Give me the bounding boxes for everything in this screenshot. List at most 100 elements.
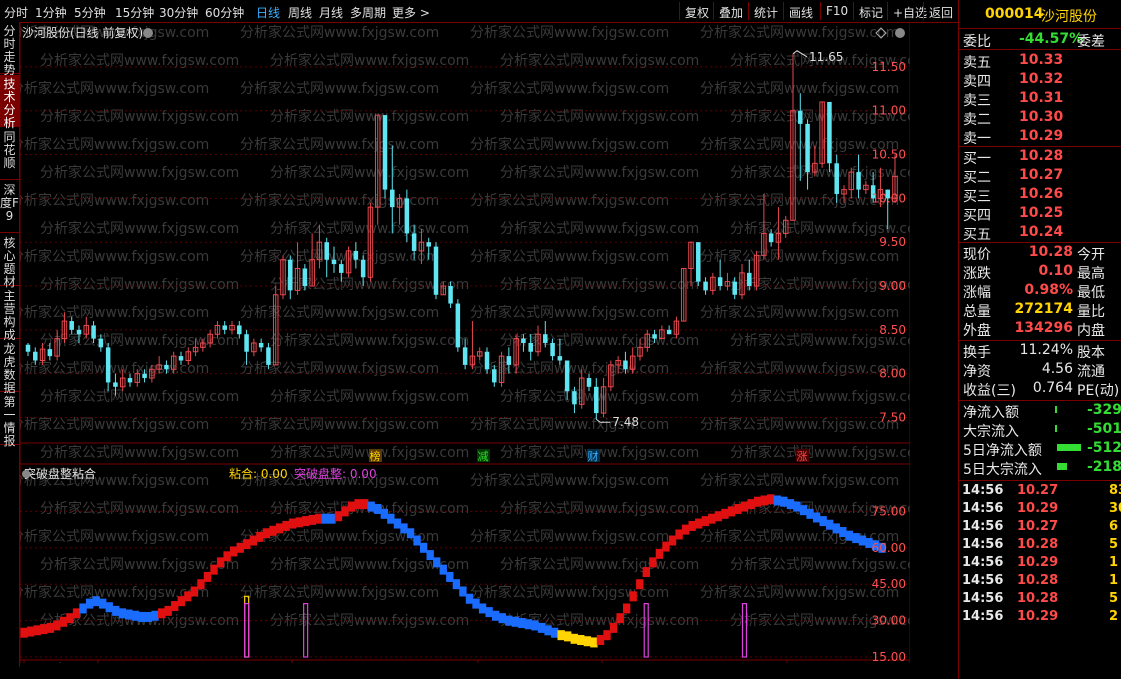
watermark-text: 分析家公式网www.fxjgsw.com	[500, 388, 699, 405]
sidebar-tab-6[interactable]: 龙虎数据	[0, 340, 19, 395]
watermark-text: 分析家公式网www.fxjgsw.com	[470, 136, 669, 153]
watermark-text: 分析家公式网www.fxjgsw.com	[40, 388, 239, 405]
sidebar-tab-7[interactable]: 第一情报	[0, 393, 19, 448]
timeframe-10[interactable]: 更多 >	[392, 4, 430, 21]
candle-body	[805, 123, 810, 173]
quote-value: 0.98%	[1024, 282, 1073, 298]
candle-body	[76, 329, 82, 335]
candle-body	[353, 250, 359, 260]
tick-volume: 83	[1109, 483, 1121, 498]
sidebar-tab-5[interactable]: 主营构成	[0, 287, 19, 342]
indicator-bar	[216, 557, 225, 568]
sidebar-tab-2[interactable]: 同花顺	[0, 128, 19, 180]
indicator-bar	[151, 610, 159, 621]
fundamental-label2: PE(动)	[1077, 383, 1120, 399]
sidebar-tab-4[interactable]: 核心题材	[0, 234, 19, 289]
sell-level-3: 卖二 10.30	[959, 108, 1121, 128]
quote-panel: 000014 沙河股份 委比 -44.57% 委差 卖五 10.33 卖四 10.32…	[958, 0, 1121, 679]
indicator-bar	[105, 602, 113, 613]
toolbar-button-6[interactable]: +自选	[893, 4, 927, 21]
indicator-bar	[753, 496, 762, 507]
candle-body	[572, 391, 577, 405]
toolbar-button-0[interactable]: 复权	[685, 4, 709, 21]
candle-body	[142, 373, 147, 379]
indicator-bar	[288, 518, 297, 529]
tick-time: 14:56	[962, 573, 1004, 588]
watermark-text: 分析家公式网www.fxjgsw.com	[470, 416, 669, 433]
toolbar-button-5[interactable]: 标记	[859, 4, 883, 21]
buy-level-price: 10.24	[1019, 224, 1064, 240]
stock-header[interactable]: 000014 沙河股份	[959, 5, 1121, 25]
signal-bar	[741, 603, 748, 658]
indicator-bar	[747, 499, 755, 510]
candle-body	[506, 356, 512, 365]
timeframe-8[interactable]: 月线	[319, 4, 343, 21]
indicator-tick-label: 45.00	[872, 577, 906, 591]
toolbar-button-3[interactable]: 画线	[789, 4, 813, 21]
sidebar-tab-1[interactable]: 技术分析	[0, 75, 19, 130]
tick-row-2: 14:56 10.27 6	[959, 518, 1121, 536]
indicator-bar	[79, 603, 87, 614]
timeframe-2[interactable]: 5分钟	[74, 4, 106, 21]
watermark-text: 分析家公式网www.fxjgsw.com	[240, 24, 439, 41]
watermark-text: 分析家公式网www.fxjgsw.com	[270, 220, 469, 237]
toolbar-button-2[interactable]: 统计	[754, 4, 778, 21]
timeframe-7[interactable]: 周线	[288, 4, 312, 21]
event-marker-2: 财	[588, 449, 599, 463]
indicator-bar	[570, 633, 578, 644]
candle-body	[91, 325, 96, 339]
candle-body	[462, 347, 468, 365]
high-annotation: 11.65	[809, 50, 843, 64]
candle-body	[666, 329, 672, 335]
flow-row-2: 5日净流入额 -512	[959, 439, 1121, 459]
indicator-bar	[629, 591, 637, 602]
timeframe-3[interactable]: 15分钟	[115, 4, 154, 21]
tick-volume: 5	[1109, 537, 1119, 552]
watermark-text: 分析家公式网www.fxjgsw.com	[20, 248, 209, 265]
weibi-row: 委比 -44.57% 委差	[959, 30, 1121, 50]
quote-label: 涨跌	[963, 266, 991, 282]
timeframe-5[interactable]: 60分钟	[205, 4, 244, 21]
indicator-bar	[721, 508, 729, 519]
timeframe-0[interactable]: 分时	[4, 4, 28, 21]
tick-volume: 5	[1109, 591, 1119, 606]
sidebar-tab-3[interactable]: 深度F9	[0, 181, 19, 233]
sell-level-price: 10.31	[1019, 90, 1064, 106]
candle-body	[492, 369, 497, 383]
watermark-text: 分析家公式网www.fxjgsw.com	[700, 24, 899, 41]
flow-bar	[1057, 444, 1081, 451]
candle-body	[237, 325, 242, 335]
toolbar-button-1[interactable]: 叠加	[719, 4, 743, 21]
indicator-bar	[380, 508, 389, 519]
candle-body	[455, 303, 461, 348]
toolbar: 分时 1分钟 5分钟 15分钟 30分钟 60分钟 日线 周线 月线 多周期 更多 > 复权 叠加 统计画…	[0, 0, 958, 23]
indicator-bar	[282, 520, 290, 531]
indicator-bar	[786, 499, 795, 510]
watermark-text: 分析家公式网www.fxjgsw.com	[500, 108, 699, 125]
flow-label: 5日大宗流入	[963, 462, 1042, 478]
toolbar-button-7[interactable]: 返回	[929, 4, 953, 21]
sidebar: 分时走势 技术分析 同花顺 深度F9 核心题材 主营构成 龙虎数据 第一情报	[0, 22, 20, 667]
tick-volume: 1	[1109, 573, 1119, 588]
watermark-text: 分析家公式网www.fxjgsw.com	[20, 80, 209, 97]
timeframe-1[interactable]: 1分钟	[35, 4, 67, 21]
tick-time: 14:56	[962, 537, 1004, 552]
nianhe-value: 粘合: 0.00	[229, 466, 288, 481]
chart-title: 沙河股份(日线 前复权)	[22, 25, 143, 40]
candle-body	[550, 342, 555, 357]
watermark-text: 分析家公式网www.fxjgsw.com	[270, 332, 469, 349]
sell-level-label: 卖三	[963, 93, 991, 109]
timeframe-4[interactable]: 30分钟	[159, 4, 198, 21]
candle-body	[834, 163, 839, 194]
timeframe-6[interactable]: 日线	[256, 4, 280, 21]
fundamental-label: 净资	[963, 364, 991, 380]
timeframe-9[interactable]: 多周期	[350, 4, 386, 21]
sell-level-1: 卖四 10.32	[959, 70, 1121, 90]
watermark-text: 分析家公式网www.fxjgsw.com	[40, 108, 239, 125]
watermark-text: 分析家公式网www.fxjgsw.com	[500, 164, 699, 181]
indicator-bar	[85, 598, 94, 609]
indicator-bar	[642, 567, 650, 578]
toolbar-button-4[interactable]: F10	[826, 4, 848, 18]
candle-body	[411, 233, 417, 251]
sidebar-tab-0[interactable]: 分时走势	[0, 22, 19, 77]
